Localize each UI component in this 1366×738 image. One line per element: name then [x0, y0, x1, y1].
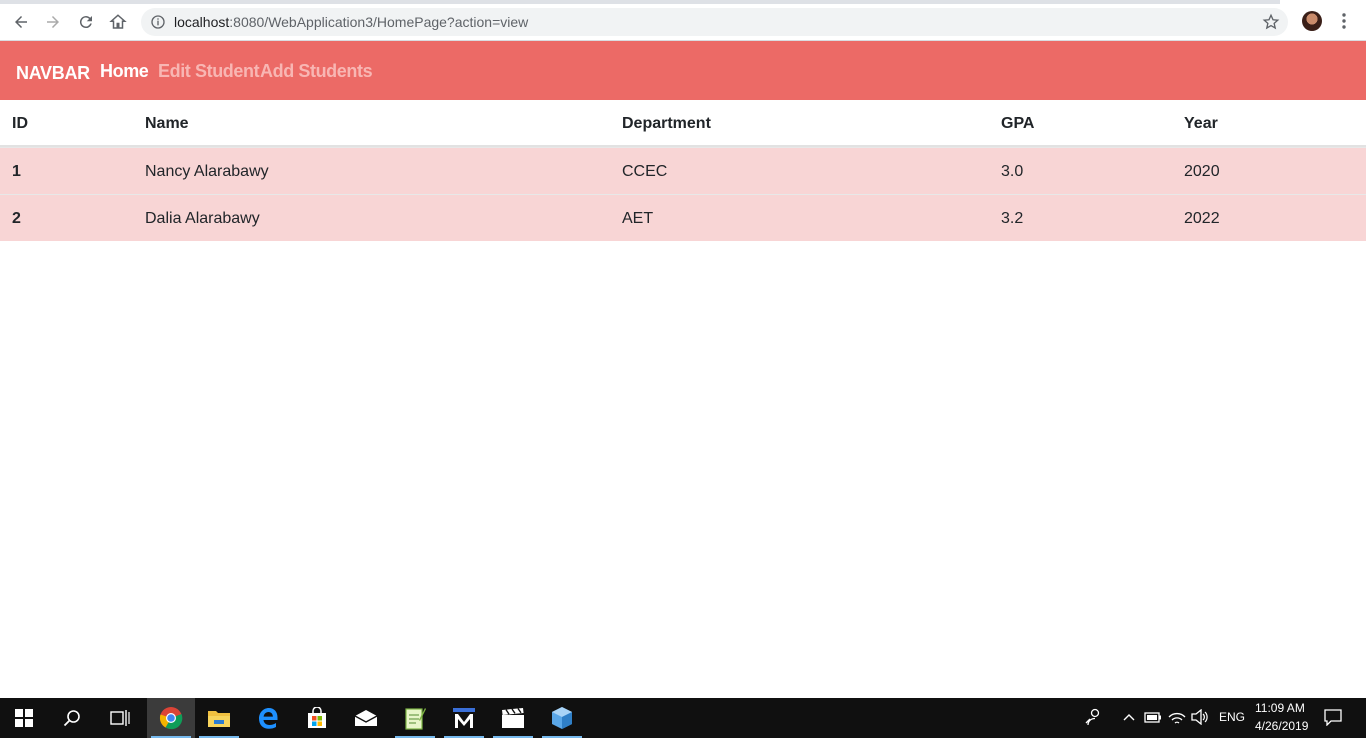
header-name: Name: [145, 115, 189, 132]
cell-gpa: 3.2: [1001, 210, 1024, 227]
cell-department: CCEC: [622, 163, 668, 180]
nav-link-add-students[interactable]: Add Students: [260, 61, 373, 82]
profile-avatar[interactable]: [1302, 11, 1322, 31]
forward-button[interactable]: [40, 9, 66, 35]
arrow-left-icon: [15, 16, 27, 28]
back-button[interactable]: [8, 9, 34, 35]
reload-button[interactable]: [73, 9, 99, 35]
cell-year: 2020: [1184, 163, 1220, 180]
taskbar-app-movies[interactable]: [489, 698, 537, 738]
table-row: 2 Dalia Alarabawy AET 3.2 2022: [0, 194, 1366, 241]
cell-id: 1: [12, 163, 21, 180]
more-menu-icon[interactable]: [1336, 12, 1352, 30]
task-view-button[interactable]: [96, 698, 144, 738]
taskbar-app-box[interactable]: [538, 698, 586, 738]
notifications-icon[interactable]: [1324, 708, 1342, 726]
home-button[interactable]: [105, 9, 131, 35]
mail-icon: [354, 710, 378, 726]
info-icon[interactable]: [150, 14, 166, 30]
app-m-icon: [453, 708, 475, 728]
search-icon: [63, 710, 80, 727]
nav-link-home[interactable]: Home: [100, 61, 149, 82]
cell-department: AET: [622, 210, 654, 227]
table-row: 1 Nancy Alarabawy CCEC 3.0 2020: [0, 147, 1366, 194]
url-host: localhost: [174, 14, 230, 30]
arrow-right-icon: [47, 16, 59, 28]
header-department: Department: [622, 115, 711, 132]
header-id: ID: [12, 115, 28, 132]
taskbar-app-edge[interactable]: [244, 698, 292, 738]
language-indicator[interactable]: ENG: [1219, 710, 1245, 724]
battery-icon[interactable]: [1144, 708, 1162, 726]
task-view-icon: [110, 710, 130, 726]
box-icon: [552, 707, 572, 729]
chevron-up-icon[interactable]: [1120, 708, 1138, 726]
cell-name: Dalia Alarabawy: [145, 210, 260, 227]
taskbar-app-notepad[interactable]: [391, 698, 439, 738]
file-explorer-icon: [208, 711, 230, 727]
taskbar: ENG 11:09 AM 4/26/2019: [0, 698, 1366, 738]
nav-link-edit-student[interactable]: Edit Student: [158, 61, 260, 82]
cell-gpa: 3.0: [1001, 163, 1024, 180]
taskbar-app-chrome[interactable]: [147, 698, 195, 738]
clock-date[interactable]: 4/26/2019: [1255, 719, 1308, 733]
notepad-icon: [405, 708, 426, 730]
taskbar-app-mail[interactable]: [342, 698, 390, 738]
browser-toolbar: localhost:8080/WebApplication3/HomePage?…: [0, 0, 1366, 41]
search-button[interactable]: [48, 698, 96, 738]
header-year: Year: [1184, 115, 1218, 132]
taskbar-app-store[interactable]: [293, 698, 341, 738]
cell-year: 2022: [1184, 210, 1220, 227]
start-button[interactable]: [0, 698, 48, 738]
chrome-icon: [159, 707, 183, 730]
url-text[interactable]: localhost:8080/WebApplication3/HomePage?…: [174, 14, 528, 30]
header-gpa: GPA: [1001, 115, 1035, 132]
home-icon: [109, 14, 127, 29]
reload-icon: [79, 16, 92, 29]
navbar-brand[interactable]: NAVBAR: [16, 63, 90, 84]
taskbar-app-m[interactable]: [440, 698, 488, 738]
people-icon[interactable]: [1084, 708, 1102, 726]
wifi-icon[interactable]: [1168, 708, 1186, 726]
clock-time[interactable]: 11:09 AM: [1255, 701, 1305, 715]
tab-strip: [0, 0, 1366, 4]
app-navbar: NAVBAR Home Edit Student Add Students: [0, 41, 1366, 100]
edge-icon: [259, 708, 278, 729]
table-header-row: ID Name Department GPA Year: [0, 100, 1366, 147]
star-icon[interactable]: [1262, 13, 1280, 31]
cell-name: Nancy Alarabawy: [145, 163, 269, 180]
volume-icon[interactable]: [1191, 708, 1209, 726]
address-bar[interactable]: localhost:8080/WebApplication3/HomePage?…: [141, 8, 1288, 36]
taskbar-app-file-explorer[interactable]: [195, 698, 243, 738]
start-icon: [15, 709, 33, 727]
movies-icon: [502, 708, 524, 728]
cell-id: 2: [12, 210, 21, 227]
store-icon: [308, 707, 326, 728]
url-path: :8080/WebApplication3/HomePage?action=vi…: [229, 14, 529, 30]
